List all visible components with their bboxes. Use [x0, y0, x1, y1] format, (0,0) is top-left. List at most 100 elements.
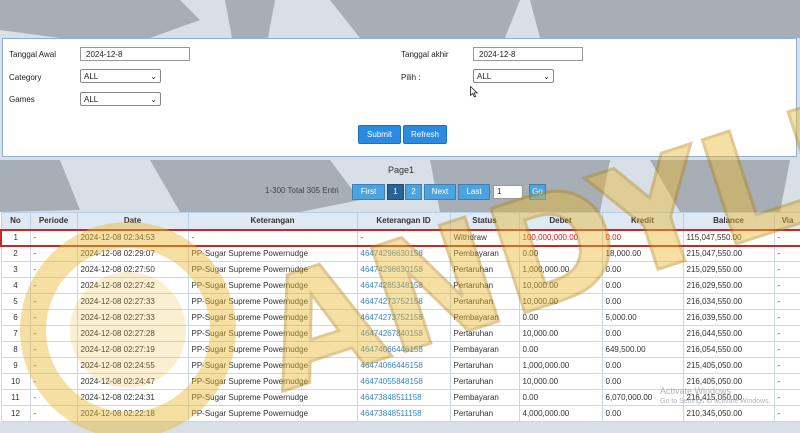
cell-keterangan-id[interactable]: 46473848511158 — [356, 405, 451, 422]
cell-keterangan: PP-Sugar Supreme Powernudge — [187, 277, 358, 294]
pilih-select[interactable]: ALL ⌄ — [473, 69, 554, 83]
cell-keterangan: PP-Sugar Supreme Powernudge — [187, 357, 358, 374]
table-row[interactable]: 5-2024-12-08 02:27:33 PP-Sugar Supreme Po… — [0, 293, 800, 310]
table-header-row: No Periode Date Keterangan Keterangan ID… — [0, 212, 800, 230]
category-select[interactable]: ALL ⌄ — [80, 69, 161, 83]
cell-status: Pertaruhan — [449, 405, 520, 422]
cell-kredit: 0.00 — [601, 228, 684, 247]
cell-no: 10 — [0, 373, 31, 390]
games-select[interactable]: ALL ⌄ — [80, 92, 161, 106]
cell-status: Pertaruhan — [449, 277, 520, 294]
cell-status: Pertaruhan — [449, 293, 520, 310]
cell-date: 2024-12-08 02:27:33 — [76, 309, 189, 326]
cell-keterangan: PP-Sugar Supreme Powernudge — [187, 293, 358, 310]
table-row[interactable]: 2-2024-12-08 02:29:07 PP-Sugar Supreme Po… — [0, 245, 800, 262]
submit-button[interactable]: Submit — [358, 125, 401, 144]
cell-keterangan: PP-Sugar Supreme Powernudge — [187, 261, 358, 278]
cell-no: 6 — [0, 309, 31, 326]
page-title: Page1 — [388, 165, 415, 175]
cell-keterangan-id[interactable]: 46474055848158 — [356, 373, 451, 390]
cell-status: Pembayaran — [449, 389, 520, 406]
cell-date: 2024-12-08 02:29:07 — [76, 245, 189, 262]
tanggal-awal-input[interactable]: 2024-12-8 — [80, 47, 190, 61]
cell-date: 2024-12-08 02:27:19 — [76, 341, 189, 358]
tanggal-akhir-input[interactable]: 2024-12-8 — [473, 47, 583, 61]
cell-via: - — [773, 357, 800, 374]
column-header-no: No — [0, 212, 31, 230]
cell-debet: 10,000.00 — [518, 373, 603, 390]
cell-keterangan: PP-Sugar Supreme Powernudge — [187, 341, 358, 358]
cell-balance: 215,405,050.00 — [682, 357, 775, 374]
column-header-keterangan: Keterangan — [187, 212, 358, 230]
table-row[interactable]: 9-2024-12-08 02:24:55 PP-Sugar Supreme Po… — [0, 357, 800, 374]
cell-keterangan-id[interactable]: 46474273752158 — [356, 293, 451, 310]
cell-periode: - — [29, 389, 78, 406]
cell-debet: 1,000,000.00 — [518, 261, 603, 278]
cell-debet: 1,000,000.00 — [518, 357, 603, 374]
table-row[interactable]: 7-2024-12-08 02:27:28 PP-Sugar Supreme Po… — [0, 325, 800, 342]
page-2-button[interactable]: 2 — [405, 184, 422, 200]
cell-no: 3 — [0, 261, 31, 278]
table-row[interactable]: 4-2024-12-08 02:27:42 PP-Sugar Supreme Po… — [0, 277, 800, 294]
cell-no: 2 — [0, 245, 31, 262]
cell-balance: 216,044,550.00 — [682, 325, 775, 342]
cell-debet: 100,000,000.00 — [518, 228, 603, 247]
column-header-balance: Balance — [682, 212, 775, 230]
cell-date: 2024-12-08 02:27:33 — [76, 293, 189, 310]
cell-date: 2024-12-08 02:27:28 — [76, 325, 189, 342]
cell-kredit: 0.00 — [601, 325, 684, 342]
cell-keterangan-id[interactable]: 46474285348158 — [356, 277, 451, 294]
cell-debet: 10,000.00 — [518, 293, 603, 310]
cell-keterangan-id[interactable]: 46474267840158 — [356, 325, 451, 342]
category-label: Category — [9, 73, 42, 82]
cell-balance: 210,345,050.00 — [682, 405, 775, 422]
cell-kredit: 0.00 — [601, 357, 684, 374]
cell-periode: - — [29, 277, 78, 294]
cell-keterangan-id[interactable]: 46473848511158 — [356, 389, 451, 406]
chevron-down-icon: ⌄ — [150, 72, 157, 81]
cell-keterangan: PP-Sugar Supreme Powernudge — [187, 309, 358, 326]
cell-kredit: 0.00 — [601, 293, 684, 310]
cell-keterangan: PP-Sugar Supreme Powernudge — [187, 325, 358, 342]
page-number-input[interactable]: 1 — [493, 185, 523, 199]
last-page-button[interactable]: Last — [458, 184, 490, 200]
cell-keterangan-id[interactable]: 46474066446158 — [356, 357, 451, 374]
cell-via: - — [773, 261, 800, 278]
table-row[interactable]: 12-2024-12-08 02:22:18 PP-Sugar Supreme P… — [0, 405, 800, 422]
cell-periode: - — [29, 245, 78, 262]
column-header-debet: Debet — [518, 212, 603, 230]
cell-keterangan: PP-Sugar Supreme Powernudge — [187, 245, 358, 262]
go-button[interactable]: Go — [529, 184, 546, 200]
activate-windows-subtitle: Go to Settings to activate Windows. — [660, 398, 771, 405]
table-row[interactable]: 1-2024-12-08 02:34:53- - Withdraw 100,000,0… — [0, 228, 800, 247]
cell-no: 8 — [0, 341, 31, 358]
cell-date: 2024-12-08 02:24:31 — [76, 389, 189, 406]
entries-info: 1-300 Total 305 Entri — [265, 186, 339, 195]
next-page-button[interactable]: Next — [424, 184, 456, 200]
refresh-button[interactable]: Refresh — [403, 125, 447, 144]
cell-balance: 215,047,550.00 — [682, 245, 775, 262]
tanggal-awal-label: Tanggal Awal — [9, 50, 56, 59]
cell-no: 12 — [0, 405, 31, 422]
cell-no: 7 — [0, 325, 31, 342]
cell-periode: - — [29, 405, 78, 422]
page-1-button[interactable]: 1 — [387, 184, 404, 200]
cell-keterangan-id[interactable]: 46474273752158 — [356, 309, 451, 326]
cell-keterangan: PP-Sugar Supreme Powernudge — [187, 405, 358, 422]
first-page-button[interactable]: First — [352, 184, 385, 200]
cell-date: 2024-12-08 02:34:53 — [76, 228, 189, 247]
activate-windows-notice: Activate Windows Go to Settings to activ… — [660, 386, 771, 405]
cell-keterangan-id[interactable]: 46474066446158 — [356, 341, 451, 358]
cell-status: Pembayaran — [449, 309, 520, 326]
cell-status: Pertaruhan — [449, 325, 520, 342]
cell-via: - — [773, 389, 800, 406]
table-row[interactable]: 8-2024-12-08 02:27:19 PP-Sugar Supreme Po… — [0, 341, 800, 358]
cell-balance: 115,047,550.00 — [682, 228, 775, 247]
cell-keterangan-id[interactable]: 46474296630158 — [356, 245, 451, 262]
cell-date: 2024-12-08 02:22:18 — [76, 405, 189, 422]
cell-keterangan-id[interactable]: 46474296630158 — [356, 261, 451, 278]
table-row[interactable]: 6-2024-12-08 02:27:33 PP-Sugar Supreme Po… — [0, 309, 800, 326]
cell-status: Pertaruhan — [449, 261, 520, 278]
filter-panel: Tanggal Awal 2024-12-8 Tanggal akhir 202… — [2, 38, 797, 157]
table-row[interactable]: 3-2024-12-08 02:27:50 PP-Sugar Supreme Po… — [0, 261, 800, 278]
